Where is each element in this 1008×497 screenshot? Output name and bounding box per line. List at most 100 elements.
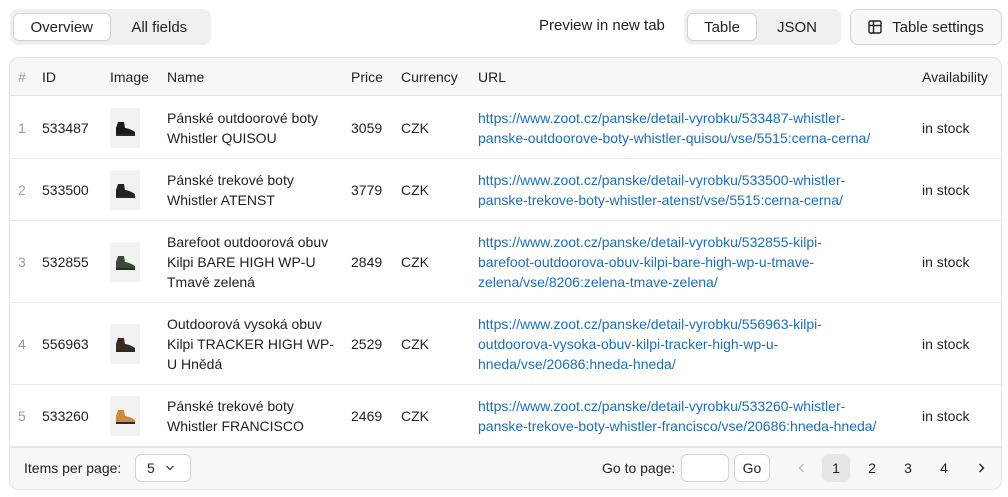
detail-view-tabs: Overview All fields xyxy=(10,9,211,45)
header-url[interactable]: URL xyxy=(478,69,506,85)
product-url-line: https://www.zoot.cz/panske/detail-vyrobk… xyxy=(478,398,846,414)
product-availability: in stock xyxy=(922,119,970,136)
page-2-button[interactable]: 2 xyxy=(858,454,886,482)
format-toggle: Table JSON xyxy=(684,9,841,45)
product-url: https://www.zoot.cz/panske/detail-vyrobk… xyxy=(478,314,822,374)
row-index: 4 xyxy=(18,336,26,352)
header-currency[interactable]: Currency xyxy=(401,69,458,85)
chevron-down-icon xyxy=(165,465,174,471)
table-grid-icon xyxy=(868,20,882,34)
product-name: Pánské trekové boty Whistler FRANCISCO xyxy=(167,396,304,436)
view-json-button[interactable]: JSON xyxy=(757,13,837,41)
product-currency: CZK xyxy=(401,408,429,424)
product-availability: in stock xyxy=(922,408,970,424)
items-per-page-value: 5 xyxy=(147,460,155,476)
product-image[interactable] xyxy=(110,170,140,210)
product-name: Barefoot outdoorová obuv Kilpi BARE HIGH … xyxy=(167,232,328,292)
product-name-line: Whistler ATENST xyxy=(167,192,275,208)
shoe-icon xyxy=(116,410,135,424)
tab-all-fields[interactable]: All fields xyxy=(111,13,209,41)
preview-in-new-tab-link[interactable]: Preview in new tab xyxy=(539,17,665,34)
product-url: https://www.zoot.cz/panske/detail-vyrobk… xyxy=(478,170,845,210)
product-url-line: https://www.zoot.cz/panske/detail-vyrobk… xyxy=(478,316,822,332)
product-url-line: barefoot-outdoorova-obuv-kilpi-bare-high… xyxy=(478,254,815,270)
product-name-line: Kilpi TRACKER HIGH WP- xyxy=(167,336,334,352)
product-price: 2529 xyxy=(351,336,383,352)
product-url-line: hneda/vse/20686:hneda-hneda/ xyxy=(478,356,676,372)
product-currency: CZK xyxy=(401,336,429,352)
product-image[interactable] xyxy=(110,107,140,148)
product-name-line: U Hnědá xyxy=(167,356,223,372)
product-url-line: https://www.zoot.cz/panske/detail-vyrobk… xyxy=(478,234,822,250)
product-url-line: https://www.zoot.cz/panske/detail-vyrobk… xyxy=(478,172,846,188)
items-per-page-select[interactable]: 5 xyxy=(135,454,191,482)
page-4-button[interactable]: 4 xyxy=(930,454,958,482)
product-url-line: panske-outdoorove-boty-whistler-quisou/v… xyxy=(478,129,871,146)
shoe-icon xyxy=(116,338,135,352)
page-3-button[interactable]: 3 xyxy=(894,454,922,482)
product-image[interactable] xyxy=(110,396,140,436)
product-availability: in stock xyxy=(922,254,970,270)
table-row[interactable]: 3 532855 Barefoot outdoorová obuv Kilpi BAR… xyxy=(10,221,1001,303)
next-page-button[interactable] xyxy=(970,454,992,482)
product-url-line: panske-trekove-boty-whistler-francisco/v… xyxy=(478,418,877,434)
table-row[interactable]: 1 533487 Pánské outdoorové boty Whistler QU… xyxy=(10,96,1001,159)
product-url: https://www.zoot.cz/panske/detail-vyrobk… xyxy=(478,108,870,148)
product-url-link[interactable]: https://www.zoot.cz/panske/detail-vyrobk… xyxy=(478,314,822,374)
product-name-line: Outdoorová vysoká obuv xyxy=(167,316,322,332)
product-url-line: outdoorova-vysoka-obuv-kilpi-tracker-hig… xyxy=(478,336,779,352)
items-per-page-label: Items per page: xyxy=(24,460,122,476)
product-url-link[interactable]: https://www.zoot.cz/panske/detail-vyrobk… xyxy=(478,396,876,436)
chevron-right-icon xyxy=(978,463,984,473)
go-to-page-label: Go to page: xyxy=(602,460,676,476)
shoe-icon xyxy=(116,256,135,270)
product-url-line: https://www.zoot.cz/panske/detail-vyrobk… xyxy=(478,109,846,126)
product-name-line: Pánské outdoorové boty xyxy=(167,109,318,126)
header-image[interactable]: Image xyxy=(110,69,149,85)
row-id: 556963 xyxy=(42,336,89,352)
product-name-line: Whistler QUISOU xyxy=(167,129,277,146)
product-currency: CZK xyxy=(401,254,429,270)
header-availability[interactable]: Availability xyxy=(922,69,988,85)
product-image[interactable] xyxy=(110,324,140,364)
product-url-link[interactable]: https://www.zoot.cz/panske/detail-vyrobk… xyxy=(478,232,822,292)
row-index: 1 xyxy=(18,119,26,136)
table-header: # ID Image Name Price Currency URL Avail… xyxy=(10,58,1001,96)
product-name: Outdoorová vysoká obuv Kilpi TRACKER HIGH… xyxy=(167,314,334,374)
go-button[interactable]: Go xyxy=(734,454,770,482)
toolbar: Overview All fields Preview in new tab T… xyxy=(10,8,1002,46)
row-id: 533487 xyxy=(42,119,89,136)
page-1-button[interactable]: 1 xyxy=(822,454,850,482)
table-settings-label: Table settings xyxy=(892,18,984,36)
header-id[interactable]: ID xyxy=(42,69,56,85)
product-price: 2849 xyxy=(351,254,383,270)
product-url: https://www.zoot.cz/panske/detail-vyrobk… xyxy=(478,396,876,436)
row-index: 3 xyxy=(18,254,26,270)
row-id: 532855 xyxy=(42,254,89,270)
product-url-link[interactable]: https://www.zoot.cz/panske/detail-vyrobk… xyxy=(478,108,870,148)
shoe-icon xyxy=(116,184,135,198)
view-table-button[interactable]: Table xyxy=(687,13,757,41)
header-name[interactable]: Name xyxy=(167,69,204,85)
product-name-line: Barefoot outdoorová obuv xyxy=(167,234,329,250)
table-settings-button[interactable]: Table settings xyxy=(850,9,1002,45)
table-footer: Items per page: 5 Go to page: Go 1234 xyxy=(10,447,1001,489)
product-currency: CZK xyxy=(401,182,429,198)
product-currency: CZK xyxy=(401,119,429,136)
previous-page-button[interactable] xyxy=(790,454,812,482)
go-to-page-input[interactable] xyxy=(681,454,729,482)
tab-overview[interactable]: Overview xyxy=(13,13,111,41)
table-row[interactable]: 2 533500 Pánské trekové boty Whistler ATENS… xyxy=(10,159,1001,221)
table-row[interactable]: 4 556963 Outdoorová vysoká obuv Kilpi TRACK… xyxy=(10,303,1001,385)
row-index: 2 xyxy=(18,182,26,198)
product-name-line: Tmavě zelená xyxy=(167,274,255,290)
product-url: https://www.zoot.cz/panske/detail-vyrobk… xyxy=(478,232,822,292)
row-index: 5 xyxy=(18,408,26,424)
product-image[interactable] xyxy=(110,242,140,282)
product-url-line: zelena/vse/8206:zelena-tmave-zelena/ xyxy=(478,274,718,290)
product-url-link[interactable]: https://www.zoot.cz/panske/detail-vyrobk… xyxy=(478,170,845,210)
product-name-line: Whistler FRANCISCO xyxy=(167,418,304,434)
product-availability: in stock xyxy=(922,182,970,198)
table-row[interactable]: 5 533260 Pánské trekové boty Whistler FRANC… xyxy=(10,385,1001,447)
header-price[interactable]: Price xyxy=(351,69,383,85)
